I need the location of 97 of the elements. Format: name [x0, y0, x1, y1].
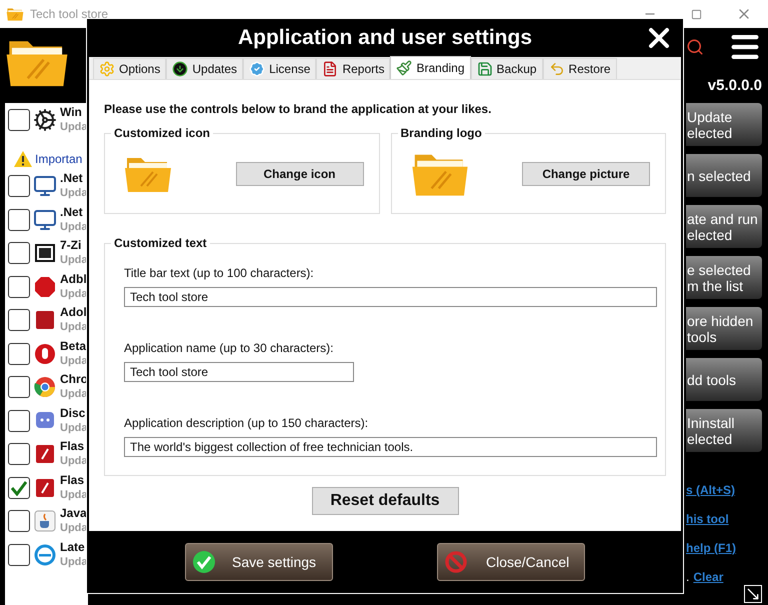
maximize-icon[interactable] — [691, 8, 702, 20]
monitor-icon — [33, 208, 57, 232]
checkbox[interactable] — [8, 544, 30, 566]
action-button[interactable]: Ininstall elected — [686, 409, 762, 452]
tab[interactable]: Options — [93, 58, 166, 79]
resize-icon[interactable] — [744, 585, 762, 603]
field-label: Title bar text (up to 100 characters): — [124, 265, 315, 282]
tool-status: Upda — [60, 454, 88, 470]
tool-status: Upda — [60, 186, 88, 202]
link-prefix: . — [686, 569, 690, 586]
group-title: Branding logo — [398, 126, 485, 140]
badge-icon — [249, 61, 266, 77]
app-icon — [6, 6, 24, 22]
tool-status: Upda — [60, 120, 88, 135]
tool-status: Upda — [60, 554, 88, 570]
tab[interactable]: Restore — [542, 58, 617, 79]
checkbox[interactable] — [8, 242, 30, 264]
paintbrush-icon — [396, 60, 412, 76]
text-field[interactable]: The world's biggest collection of free technician tools. — [124, 437, 657, 457]
browser-icon — [33, 375, 57, 400]
tab[interactable]: Updates — [166, 58, 244, 79]
checkbox[interactable] — [8, 410, 30, 432]
gear-icon — [99, 61, 115, 77]
floppy-icon — [476, 61, 493, 77]
undo-arrow-icon — [548, 61, 565, 77]
tool-name: Win — [60, 104, 83, 120]
tool-name: 7-Zi — [60, 238, 82, 254]
octagon-icon — [33, 274, 57, 299]
tool-name: Flas — [60, 472, 86, 488]
tool-name: Disc — [60, 406, 86, 421]
action-button[interactable]: Update elected — [686, 103, 762, 146]
reset-button[interactable]: Reset defaults — [312, 487, 458, 515]
intro-text: Please use the controls below to brand the application at your likes. — [104, 101, 492, 118]
checkmark-icon — [192, 550, 216, 574]
cancel-button[interactable]: Close/Cancel — [437, 543, 585, 581]
checkbox[interactable] — [8, 309, 30, 332]
text-field[interactable]: Tech tool store — [124, 287, 657, 307]
field-label: Application name (up to 30 characters): — [124, 340, 334, 357]
action-button[interactable]: dd tools — [686, 358, 762, 401]
change-button[interactable]: Change picture — [522, 162, 650, 186]
window-title: Tech tool store — [30, 6, 108, 23]
report-icon — [322, 61, 338, 77]
checkbox[interactable] — [8, 208, 30, 231]
group-title: Customized text — [111, 236, 210, 250]
text-field[interactable]: Tech tool store — [124, 362, 354, 382]
tool-name: Java — [60, 506, 88, 522]
side-link[interactable]: help (F1) — [686, 539, 736, 557]
cup-icon — [33, 509, 57, 534]
no-entry-icon — [444, 550, 468, 574]
checkbox[interactable] — [8, 510, 30, 532]
tool-name: .Net — [60, 204, 84, 220]
tool-name: Flas — [60, 439, 86, 454]
tool-name: Beta — [60, 338, 88, 354]
tool-name: Late — [60, 540, 86, 555]
action-button[interactable]: n selected — [686, 154, 762, 197]
dialog-title: Application and user settings — [238, 25, 532, 52]
tab[interactable]: Backup — [470, 58, 543, 79]
change-button[interactable]: Change icon — [236, 162, 364, 186]
monitor-icon — [33, 174, 57, 198]
checkbox[interactable] — [8, 108, 30, 131]
checkbox[interactable] — [8, 175, 30, 198]
tab[interactable]: Reports — [316, 58, 390, 79]
side-link[interactable]: Clear — [693, 568, 724, 586]
tool-status: Upda — [60, 286, 88, 302]
tool-name: .Net — [60, 171, 84, 186]
side-link[interactable]: his tool — [686, 510, 729, 528]
checkbox[interactable] — [8, 342, 30, 365]
field-label: Application description (up to 150 characters): — [124, 415, 370, 432]
save-button[interactable]: Save settings — [185, 543, 333, 581]
gear-icon — [33, 108, 57, 132]
tool-status: Upda — [60, 354, 88, 369]
warning-icon — [13, 150, 33, 168]
checkbox[interactable] — [8, 376, 30, 398]
group-title: Customized icon — [111, 126, 214, 140]
tool-status: Upda — [60, 220, 88, 235]
action-button[interactable]: ore hidden tools — [686, 307, 762, 350]
checkbox[interactable] — [8, 476, 30, 499]
action-button[interactable]: e selected m the list — [686, 256, 762, 299]
version-label: v5.0.0.0 — [706, 76, 762, 96]
tab[interactable]: Branding — [390, 56, 471, 79]
tab[interactable]: License — [243, 58, 316, 79]
notice-link[interactable]: Importan — [35, 150, 82, 168]
tool-status: Upda — [60, 387, 88, 402]
tool-status: Upda — [60, 420, 88, 436]
tool-status: Upda — [60, 488, 88, 503]
tool-name: Adbl — [60, 272, 88, 287]
checkbox[interactable] — [8, 276, 30, 298]
download-icon — [172, 61, 188, 77]
checkbox[interactable] — [8, 443, 30, 466]
action-button[interactable]: ate and run elected — [686, 205, 762, 248]
tool-name: Adol — [60, 305, 88, 320]
tool-status: Upda — [60, 253, 88, 268]
tool-status: Upda — [60, 320, 88, 336]
search-icon[interactable] — [686, 38, 704, 56]
tool-status: Upda — [60, 521, 88, 536]
checkmark-icon — [10, 480, 28, 496]
side-link[interactable]: s (Alt+S) — [686, 481, 736, 499]
